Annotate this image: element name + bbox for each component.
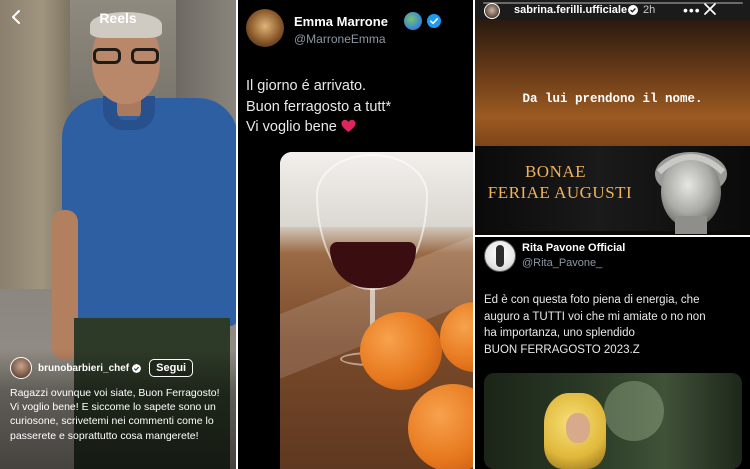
tweet-line: BUON FERRAGOSTO 2023.Z — [484, 344, 640, 357]
tweet-text: Il giorno é arrivato. Buon ferragosto a … — [246, 76, 468, 138]
heart-icon — [341, 119, 356, 133]
story-username[interactable]: sabrina.ferilli.ufficiale — [514, 4, 627, 16]
reels-username[interactable]: brunobarbieri_chef — [38, 363, 129, 374]
tweet-author-handle[interactable]: @Rita_Pavone_ — [522, 257, 602, 269]
verified-icon — [132, 363, 142, 373]
tweet-line-with-heart: Vi voglio bene — [246, 117, 468, 138]
globe-icon — [404, 12, 422, 30]
tweet-author-handle[interactable]: @MarroneEmma — [294, 32, 386, 46]
tweet-line: ha importanza, uno splendido — [484, 327, 635, 340]
orange — [360, 312, 442, 390]
tweet-line: auguro a TUTTI voi che mi amiate o no no… — [484, 310, 706, 323]
more-options-icon[interactable]: ••• — [683, 2, 701, 18]
close-icon[interactable] — [703, 2, 717, 16]
person-glasses — [93, 48, 159, 64]
singer-face — [566, 413, 590, 443]
reels-user-row: brunobarbieri_chef Segui — [10, 357, 194, 379]
follow-button[interactable]: Segui — [149, 359, 194, 377]
orange — [440, 302, 473, 372]
emma-tweet-panel: Emma Marrone @MarroneEmma Il giorno é ar… — [238, 0, 473, 469]
avatar-figure — [496, 245, 504, 267]
tweet-author-name[interactable]: Emma Marrone — [294, 14, 388, 29]
avatar[interactable] — [246, 9, 284, 47]
tweet-text: Ed è con questa foto piena di energia, c… — [484, 292, 746, 359]
reels-panel: Reels brunobarbieri_chef Segui Ragazzi o… — [0, 0, 236, 469]
reels-caption: Ragazzi ovunque voi siate, Buon Ferragos… — [10, 387, 220, 442]
verified-icon — [628, 5, 638, 15]
tweet-photo[interactable] — [484, 373, 742, 469]
tweet-line: Il giorno é arrivato. — [246, 78, 367, 94]
avatar[interactable] — [10, 357, 32, 379]
tweet-line: Ed è con questa foto piena di energia, c… — [484, 294, 700, 306]
person-shirt — [62, 98, 236, 326]
story-panel: sabrina.ferilli.ufficiale 2h ••• Da lui … — [475, 0, 750, 235]
tweet-line: Buon ferragosto a tutt* — [246, 98, 392, 115]
story-title-line1: BONAE — [524, 162, 587, 181]
stage-light — [604, 381, 664, 441]
tweet-author-name[interactable]: Rita Pavone Official — [522, 242, 625, 254]
story-quote: Da lui prendono il nome. — [522, 92, 703, 106]
augustus-bust-image — [655, 152, 727, 234]
story-title-line2: FERIAE AUGUSTI — [487, 183, 633, 202]
verified-badge-icon — [427, 14, 441, 28]
story-time: 2h — [643, 4, 656, 16]
avatar[interactable] — [484, 3, 500, 19]
tweet-photo[interactable] — [280, 152, 473, 469]
orange — [408, 384, 473, 469]
rita-tweet-panel: Rita Pavone Official @Rita_Pavone_ Ed è … — [475, 237, 750, 469]
reels-header: Reels — [0, 0, 236, 36]
tweet-line: Vi voglio bene — [246, 119, 337, 135]
reels-title: Reels — [99, 10, 137, 26]
